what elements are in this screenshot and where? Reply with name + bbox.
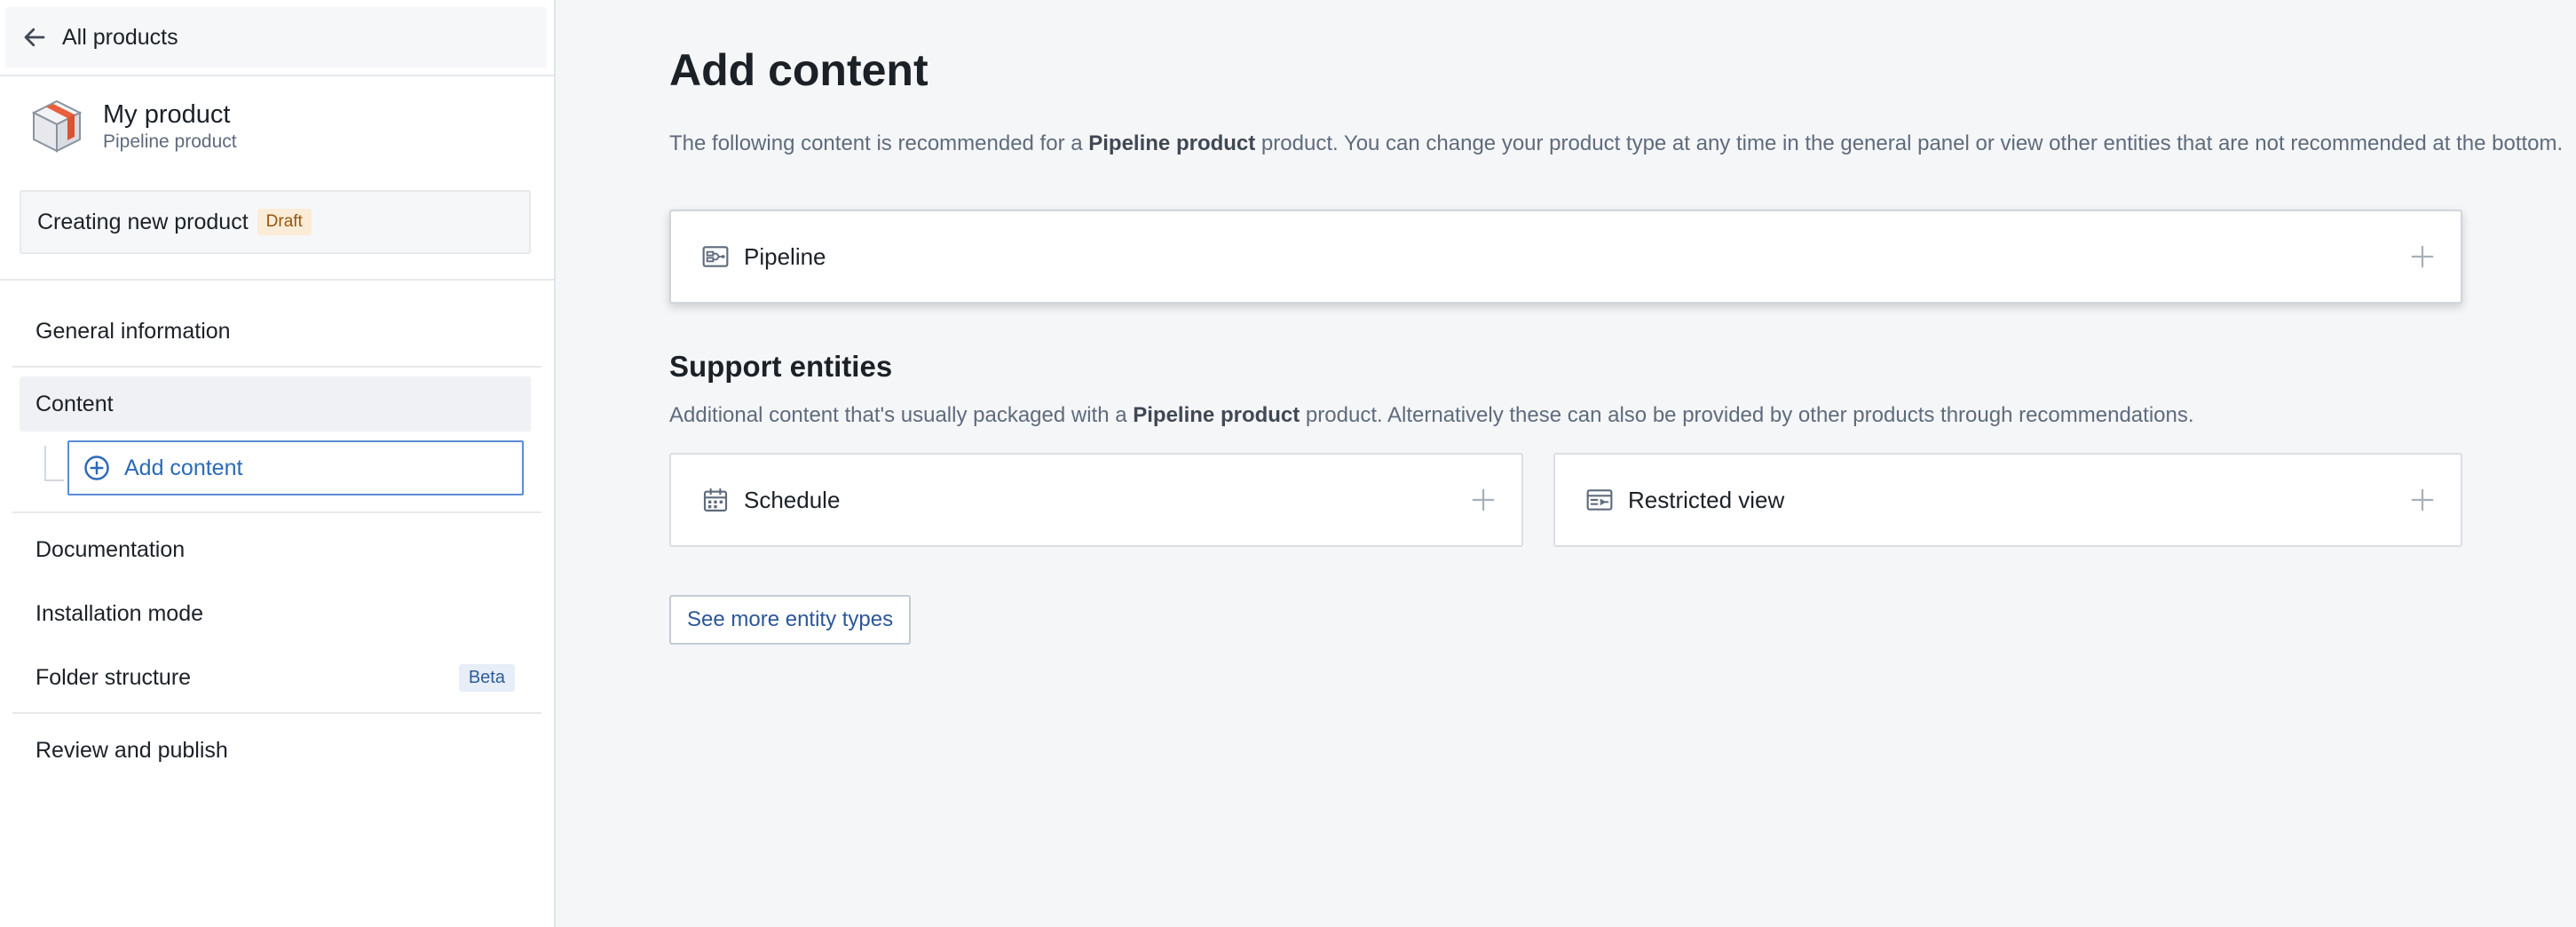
entity-card-schedule[interactable]: Schedule xyxy=(669,453,1523,547)
product-type: Pipeline product xyxy=(103,131,237,152)
nav-folder-structure[interactable]: Folder structure Beta xyxy=(20,650,531,705)
product-name: My product xyxy=(103,100,231,129)
entity-name: Schedule xyxy=(744,486,841,513)
divider xyxy=(0,75,554,76)
divider xyxy=(12,511,541,513)
calendar-icon xyxy=(703,487,728,512)
nav-installation-mode[interactable]: Installation mode xyxy=(20,586,531,641)
plus-circle-icon xyxy=(84,456,109,480)
product-status: Creating new product Draft xyxy=(20,190,531,254)
divider xyxy=(12,366,541,368)
page-description: The following content is recommended for… xyxy=(669,131,2564,155)
plus-icon[interactable] xyxy=(1470,487,1497,513)
entity-name: Restricted view xyxy=(1628,486,1785,513)
nav-label: Folder structure xyxy=(36,664,192,690)
arrow-left-icon xyxy=(24,28,45,47)
divider xyxy=(0,279,554,281)
nav-documentation[interactable]: Documentation xyxy=(20,522,531,577)
nav-add-content[interactable]: Add content xyxy=(67,440,524,495)
sidebar: All products My product Pipeline product… xyxy=(0,0,556,927)
support-entities-description: Additional content that's usually packag… xyxy=(669,403,2194,427)
nav-label: General information xyxy=(36,318,231,344)
nav-content[interactable]: Content xyxy=(20,376,531,432)
plus-icon[interactable] xyxy=(2409,243,2436,270)
plus-icon[interactable] xyxy=(2409,487,2436,513)
restricted-view-icon xyxy=(1586,489,1613,511)
draft-badge: Draft xyxy=(257,209,312,235)
main-panel: Add content The following content is rec… xyxy=(556,0,2576,927)
support-entities-title: Support entities xyxy=(669,350,893,383)
entity-card-restricted-view[interactable]: Restricted view xyxy=(1553,453,2462,547)
nav-general-information[interactable]: General information xyxy=(20,304,531,359)
nav-label: Installation mode xyxy=(36,600,204,626)
add-content-label: Add content xyxy=(124,455,243,480)
back-to-all-products[interactable]: All products xyxy=(5,7,547,67)
nav-label: Content xyxy=(36,391,114,416)
status-label: Creating new product xyxy=(37,209,249,234)
nav-label: Documentation xyxy=(36,536,186,562)
see-more-entity-types-button[interactable]: See more entity types xyxy=(669,595,912,645)
page-title: Add content xyxy=(669,45,928,95)
tree-connector xyxy=(44,446,64,481)
divider xyxy=(12,712,541,714)
nav-label: Review and publish xyxy=(36,737,228,763)
product-box-icon xyxy=(31,99,83,153)
beta-badge: Beta xyxy=(458,663,515,692)
product-header: My product Pipeline product xyxy=(28,98,237,154)
nav-review-and-publish[interactable]: Review and publish xyxy=(20,723,531,778)
pipeline-icon xyxy=(702,246,729,267)
back-label: All products xyxy=(62,24,178,50)
entity-card-pipeline[interactable]: Pipeline xyxy=(669,210,2462,304)
entity-name: Pipeline xyxy=(744,242,826,270)
app-root: All products My product Pipeline product… xyxy=(0,0,2576,927)
